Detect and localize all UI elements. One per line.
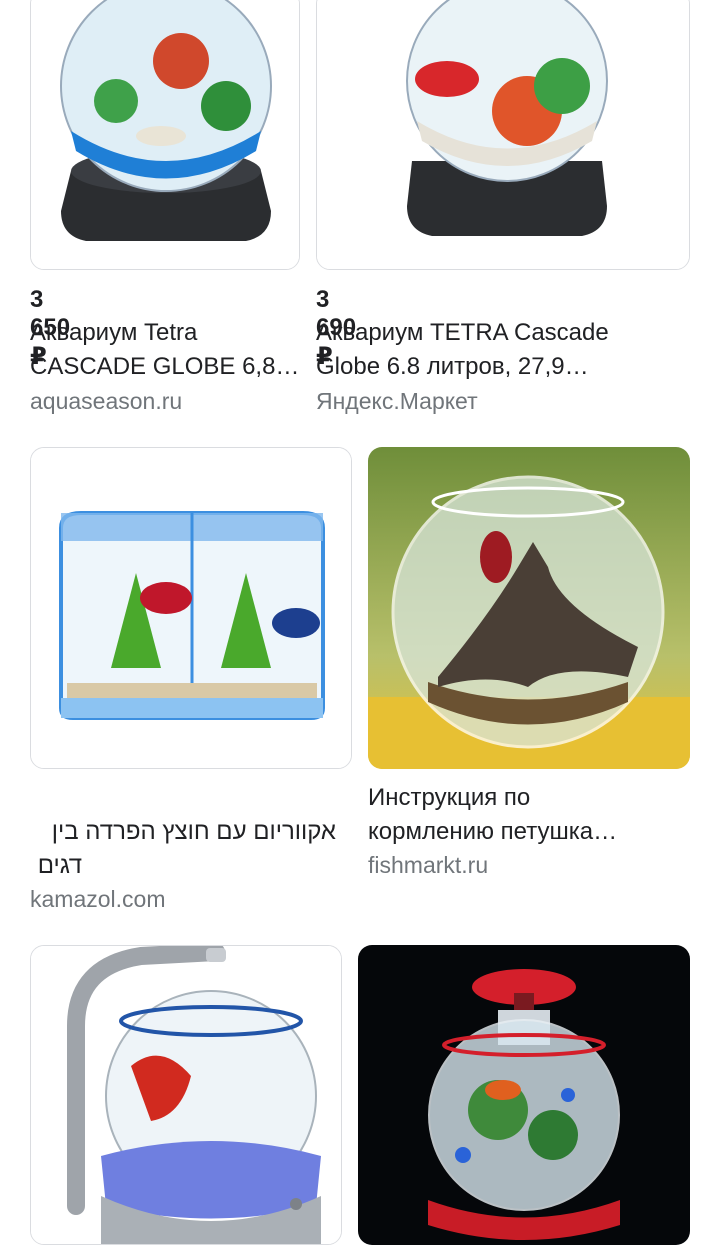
result-title-4-line2[interactable]: кормлению петушка… (368, 815, 617, 849)
result-image-5[interactable] (30, 945, 342, 1245)
result-source-3[interactable]: kamazol.com (30, 886, 165, 913)
result-title-1-line1[interactable]: Аквариум Tetra (30, 316, 197, 350)
result-image-2[interactable] (316, 0, 690, 270)
result-image-6[interactable] (358, 945, 690, 1245)
result-source-1[interactable]: aquaseason.ru (30, 388, 182, 415)
result-title-3-line2[interactable]: דגים (30, 849, 82, 883)
result-source-4[interactable]: fishmarkt.ru (368, 852, 488, 879)
result-source-2[interactable]: Яндекс.Маркет (316, 388, 478, 415)
result-image-1[interactable] (30, 0, 300, 270)
result-title-3-line1[interactable]: אקווריום עם חוצץ הפרדה בין (30, 815, 336, 849)
result-title-2-line2[interactable]: Globe 6.8 литров, 27,9… (316, 350, 589, 384)
result-title-1-line2[interactable]: CASCADE GLOBE 6,8… (30, 350, 299, 384)
result-image-4[interactable] (368, 447, 690, 769)
result-title-2-line1[interactable]: Аквариум TETRA Cascade (316, 316, 609, 350)
result-image-3[interactable] (30, 447, 352, 769)
result-title-4-line1[interactable]: Инструкция по (368, 781, 530, 815)
